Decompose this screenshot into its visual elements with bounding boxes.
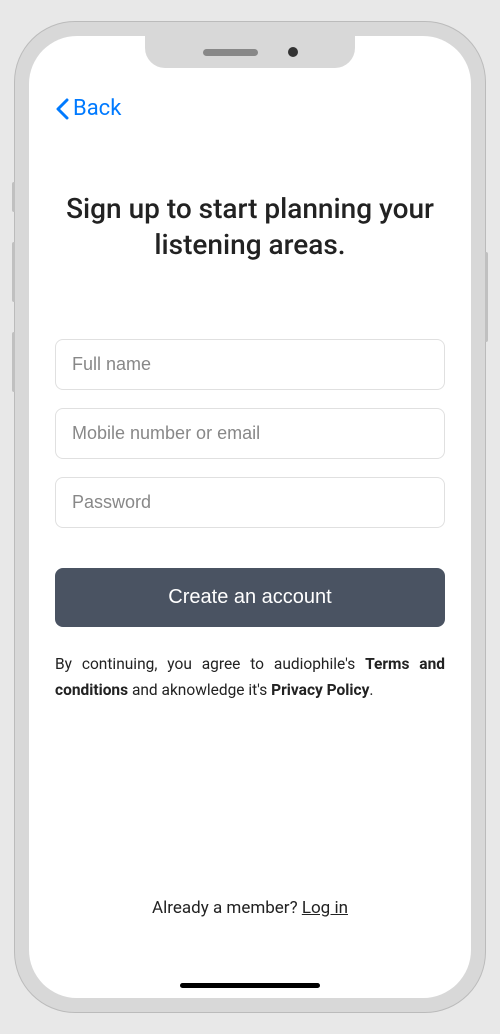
notch <box>145 36 355 68</box>
volume-up-button <box>12 242 15 302</box>
power-button <box>485 252 488 342</box>
contact-input[interactable] <box>55 408 445 459</box>
content-area: Back Sign up to start planning your list… <box>29 36 471 998</box>
terms-middle: and aknowledge it's <box>128 681 271 699</box>
volume-down-button <box>12 332 15 392</box>
chevron-left-icon <box>55 98 69 120</box>
mute-switch <box>12 182 15 212</box>
fullname-input[interactable] <box>55 339 445 390</box>
privacy-link[interactable]: Privacy Policy <box>271 681 369 699</box>
terms-suffix: . <box>369 681 373 699</box>
login-link[interactable]: Log in <box>302 898 348 918</box>
phone-frame: Back Sign up to start planning your list… <box>15 22 485 1012</box>
create-account-button[interactable]: Create an account <box>55 568 445 627</box>
terms-prefix: By continuing, you agree to audiophile's <box>55 655 365 673</box>
page-heading: Sign up to start planning your listening… <box>55 191 445 264</box>
back-button[interactable]: Back <box>55 96 445 121</box>
footer-prompt: Already a member? <box>152 898 302 918</box>
speaker-grille <box>203 49 258 56</box>
front-camera <box>288 47 298 57</box>
screen: Back Sign up to start planning your list… <box>29 36 471 998</box>
signup-form: Create an account <box>55 339 445 627</box>
back-label: Back <box>73 96 121 121</box>
terms-text: By continuing, you agree to audiophile's… <box>55 651 445 704</box>
home-indicator[interactable] <box>180 983 320 988</box>
phone-side-buttons <box>12 182 15 422</box>
footer: Already a member? Log in <box>55 898 445 968</box>
password-input[interactable] <box>55 477 445 528</box>
